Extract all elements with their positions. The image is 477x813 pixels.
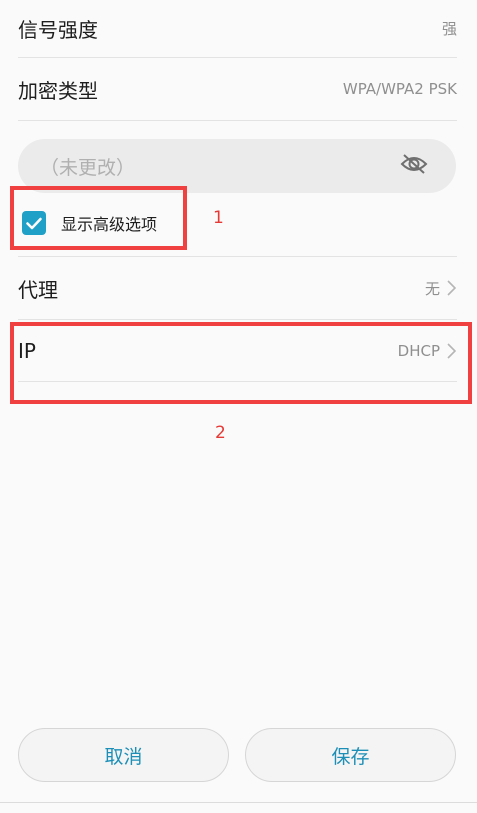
divider: [18, 120, 457, 121]
signal-strength-label: 信号强度: [18, 17, 98, 42]
annotation-number-2: 2: [215, 423, 226, 443]
save-button[interactable]: 保存: [245, 728, 456, 782]
annotation-number-1: 1: [213, 208, 224, 228]
proxy-value: 无: [424, 279, 440, 298]
divider: [18, 319, 457, 320]
annotation-box-2: [10, 322, 472, 404]
chevron-right-icon: [447, 280, 457, 296]
signal-strength-row: 信号强度 强: [18, 8, 457, 48]
encryption-type-label: 加密类型: [18, 78, 98, 103]
encryption-type-value: WPA/WPA2 PSK: [342, 80, 457, 98]
divider: [18, 256, 457, 257]
cancel-button[interactable]: 取消: [18, 728, 229, 782]
proxy-label: 代理: [18, 277, 58, 302]
signal-strength-value: 强: [441, 19, 457, 38]
divider: [18, 57, 457, 58]
encryption-type-row: 加密类型 WPA/WPA2 PSK: [18, 69, 457, 109]
proxy-row[interactable]: 代理 无: [18, 268, 457, 308]
password-field[interactable]: （未更改）: [18, 139, 456, 193]
bottom-divider: [0, 802, 477, 803]
password-placeholder: （未更改）: [40, 156, 136, 179]
eye-off-icon[interactable]: [400, 153, 428, 179]
annotation-box-1: [10, 186, 187, 250]
